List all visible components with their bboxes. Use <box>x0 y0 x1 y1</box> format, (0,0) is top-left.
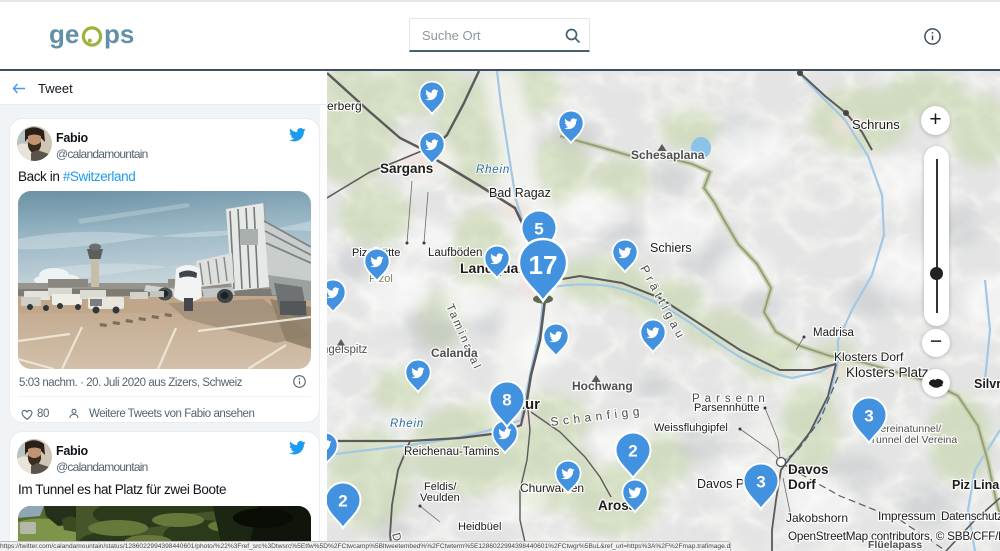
svg-text:Schruns: Schruns <box>852 117 900 132</box>
svg-text:Dorf: Dorf <box>788 477 816 492</box>
svg-text:5: 5 <box>534 220 543 239</box>
svg-text:Rhein: Rhein <box>476 164 510 176</box>
svg-text:erberg: erberg <box>327 99 362 113</box>
svg-text:8: 8 <box>502 391 511 410</box>
svg-text:Parsenn: Parsenn <box>692 393 770 405</box>
svg-text:Rhein: Rhein <box>390 418 424 430</box>
svg-text:Weissfluhgipfel: Weissfluhgipfel <box>654 422 728 434</box>
svg-text:3: 3 <box>756 473 765 492</box>
svg-text:Datenschutz: Datenschutz <box>941 510 1000 523</box>
svg-text:Bad Ragaz: Bad Ragaz <box>489 186 551 200</box>
svg-text:Calanda: Calanda <box>431 346 478 360</box>
svg-text:3: 3 <box>864 407 873 426</box>
svg-text:Piz Linar: Piz Linar <box>952 478 1000 492</box>
svg-text:2: 2 <box>628 442 637 461</box>
svg-text:Flüelapass: Flüelapass <box>868 539 922 551</box>
svg-text:Veulden: Veulden <box>420 492 460 504</box>
svg-text:Davos Pl: Davos Pl <box>697 477 747 491</box>
svg-text:Madrisa: Madrisa <box>813 327 855 339</box>
svg-text:ps: ps <box>104 22 134 49</box>
svg-text:Reichenau-Tamins: Reichenau-Tamins <box>404 446 499 458</box>
svg-text:Heidbüel: Heidbüel <box>458 521 501 533</box>
svg-text:Tunnel del Vereina: Tunnel del Vereina <box>870 434 957 446</box>
svg-text:2: 2 <box>338 492 347 511</box>
svg-text:Sargans: Sargans <box>380 161 433 176</box>
svg-text:Klosters Dorf: Klosters Dorf <box>834 350 904 364</box>
svg-text:ge: ge <box>49 22 79 49</box>
svg-text:Davos: Davos <box>788 462 829 477</box>
svg-text:Schiers: Schiers <box>650 241 692 255</box>
svg-text:Hochwang: Hochwang <box>572 379 633 393</box>
svg-text:Laufböden: Laufböden <box>428 247 482 259</box>
svg-text:Klosters Platz: Klosters Platz <box>846 365 929 380</box>
svg-text:Impressum: Impressum <box>878 509 936 523</box>
svg-text:Jakobshorn: Jakobshorn <box>786 511 848 525</box>
svg-text:ngelspitz: ngelspitz <box>327 344 368 356</box>
svg-text:Silvrett: Silvrett <box>974 377 1000 391</box>
svg-text:Schesaplana: Schesaplana <box>631 148 705 162</box>
svg-text:17: 17 <box>529 250 558 280</box>
